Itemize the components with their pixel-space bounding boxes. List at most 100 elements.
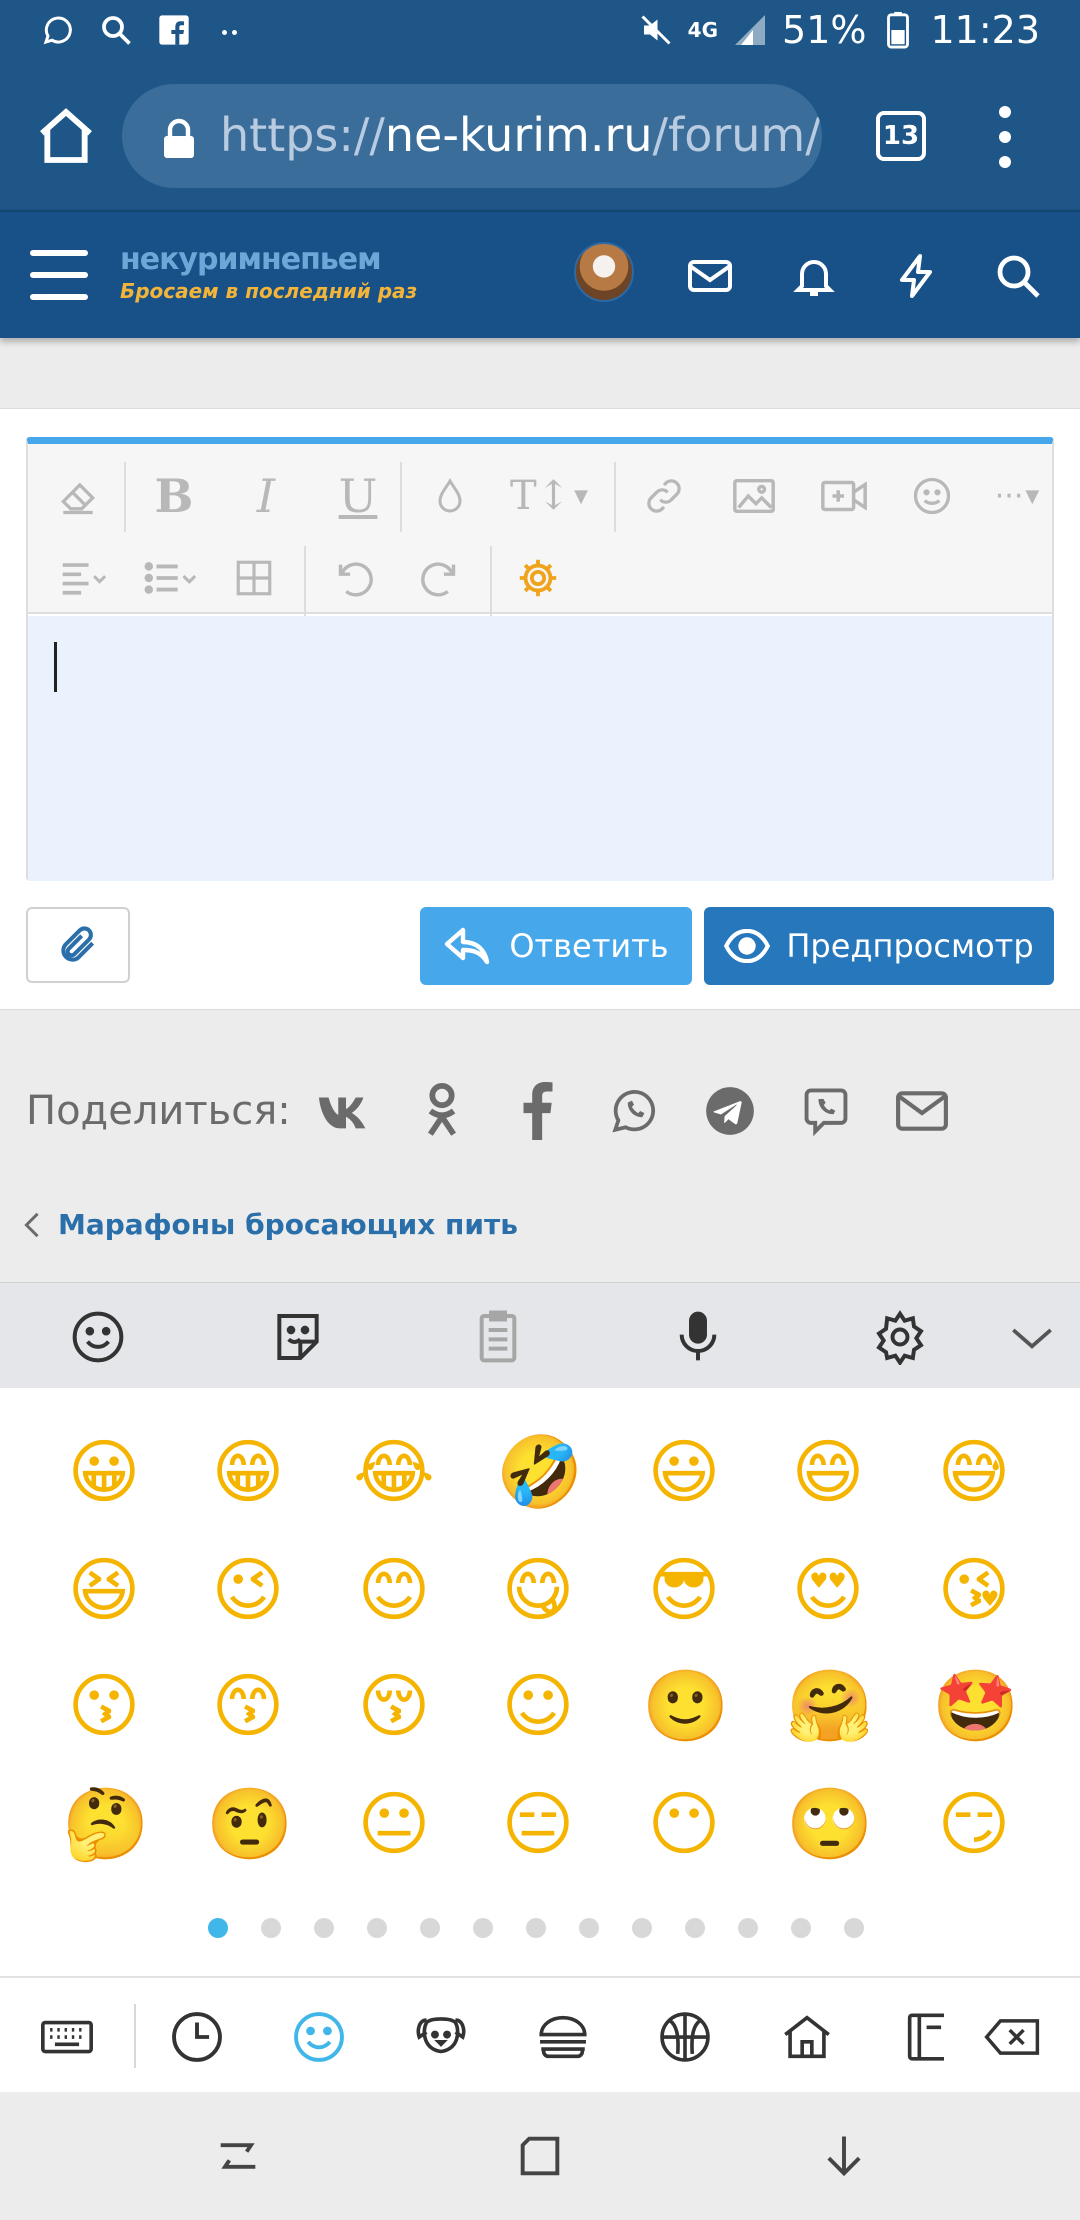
page-dot[interactable]: [738, 1918, 758, 1938]
emoji-key[interactable]: ☺: [496, 1664, 580, 1748]
page-dot[interactable]: [526, 1918, 546, 1938]
site-logo[interactable]: некуримнепьем Бросаем в последний раз: [120, 242, 417, 303]
search-icon[interactable]: [994, 252, 1042, 300]
emoji-key[interactable]: 😂: [352, 1430, 436, 1514]
table-icon[interactable]: [224, 548, 284, 608]
lightning-icon[interactable]: [892, 252, 940, 300]
viber-icon[interactable]: [797, 1082, 855, 1140]
emoji-key[interactable]: 😏: [932, 1782, 1016, 1866]
reply-button[interactable]: Ответить: [420, 907, 692, 985]
telegram-icon[interactable]: [701, 1082, 759, 1140]
whatsapp-icon[interactable]: [605, 1082, 663, 1140]
redo-icon[interactable]: [412, 548, 472, 608]
emoji-key[interactable]: 😶: [642, 1782, 726, 1866]
smiley-icon[interactable]: [902, 466, 962, 526]
emoji-key[interactable]: 😁: [206, 1430, 290, 1514]
underline-icon[interactable]: U: [328, 466, 388, 526]
emoji-key[interactable]: 🙄: [786, 1782, 873, 1866]
video-icon[interactable]: [814, 466, 874, 526]
page-dot[interactable]: [844, 1918, 864, 1938]
clipboard-icon[interactable]: [470, 1309, 526, 1365]
emoji-key[interactable]: 😘: [932, 1548, 1016, 1632]
places-category-icon[interactable]: [778, 2008, 836, 2066]
user-avatar[interactable]: [574, 242, 634, 302]
nav-hide-keyboard-icon[interactable]: [818, 2130, 870, 2182]
bold-icon[interactable]: B: [144, 466, 204, 526]
settings-icon[interactable]: [508, 548, 568, 608]
emoji-key[interactable]: 🤨: [206, 1782, 293, 1866]
animals-category-icon[interactable]: [412, 2008, 470, 2066]
sticker-icon[interactable]: [270, 1309, 326, 1365]
activity-category-icon[interactable]: [656, 2008, 714, 2066]
list-icon[interactable]: [132, 548, 208, 608]
recent-apps-icon[interactable]: [212, 2130, 264, 2182]
home-button[interactable]: [34, 104, 98, 168]
microphone-icon[interactable]: [670, 1309, 726, 1365]
color-icon[interactable]: [420, 466, 480, 526]
link-icon[interactable]: [634, 466, 694, 526]
keyboard-icon[interactable]: [38, 2008, 96, 2066]
emoji-key[interactable]: 🤩: [932, 1664, 1019, 1748]
chevron-down-icon[interactable]: [1004, 1309, 1060, 1365]
undo-icon[interactable]: [322, 548, 382, 608]
emoji-key[interactable]: 😀: [62, 1430, 146, 1514]
preview-button[interactable]: Предпросмотр: [704, 907, 1054, 985]
emoji-key[interactable]: 🤔: [62, 1782, 149, 1866]
emoji-key[interactable]: 🤗: [786, 1664, 873, 1748]
emoji-key[interactable]: 😚: [352, 1664, 436, 1748]
email-icon[interactable]: [893, 1082, 951, 1140]
attach-files-button[interactable]: [26, 907, 130, 983]
vk-icon[interactable]: [317, 1082, 375, 1140]
emoji-key[interactable]: 🙂: [642, 1664, 729, 1748]
facebook-icon[interactable]: [509, 1082, 567, 1140]
emoji-key[interactable]: 😗: [62, 1664, 146, 1748]
backspace-icon[interactable]: [982, 2008, 1040, 2066]
emoji-panel-icon[interactable]: [70, 1309, 126, 1365]
emoji-key[interactable]: 😐: [352, 1782, 436, 1866]
emoji-key[interactable]: 😃: [642, 1430, 726, 1514]
page-dot[interactable]: [208, 1918, 228, 1938]
food-category-icon[interactable]: [534, 2008, 592, 2066]
emoji-key[interactable]: 😍: [786, 1548, 870, 1632]
bell-icon[interactable]: [790, 252, 838, 300]
more-icon[interactable]: ··· ▼: [982, 466, 1052, 526]
eraser-icon[interactable]: [48, 466, 108, 526]
tab-switcher-button[interactable]: 13: [876, 111, 926, 161]
emoji-key[interactable]: 😎: [642, 1548, 726, 1632]
emoji-key[interactable]: 😊: [352, 1548, 436, 1632]
page-dot[interactable]: [473, 1918, 493, 1938]
italic-icon[interactable]: I: [236, 466, 296, 526]
hamburger-menu-icon[interactable]: [30, 250, 88, 300]
smileys-category-icon[interactable]: [290, 2008, 348, 2066]
text-size-icon[interactable]: T↕ ▼: [504, 466, 594, 526]
nav-home-icon[interactable]: [514, 2130, 566, 2182]
inbox-icon[interactable]: [686, 252, 734, 300]
recent-emoji-icon[interactable]: [168, 2008, 226, 2066]
page-dot[interactable]: [367, 1918, 387, 1938]
emoji-key[interactable]: 😄: [786, 1430, 870, 1514]
ok-icon[interactable]: [413, 1082, 471, 1140]
emoji-key[interactable]: 😉: [206, 1548, 290, 1632]
emoji-key[interactable]: 😆: [62, 1548, 146, 1632]
page-dot[interactable]: [314, 1918, 334, 1938]
page-dot[interactable]: [420, 1918, 440, 1938]
keyboard-settings-icon[interactable]: [872, 1309, 928, 1367]
breadcrumb-link[interactable]: Марафоны бросающих пить: [58, 1208, 518, 1241]
message-textarea[interactable]: [28, 616, 1052, 881]
align-icon[interactable]: [48, 548, 118, 608]
image-icon[interactable]: [724, 466, 784, 526]
emoji-key[interactable]: 😋: [496, 1548, 580, 1632]
emoji-key[interactable]: 😑: [496, 1782, 580, 1866]
objects-category-icon[interactable]: [900, 2008, 944, 2066]
page-dot[interactable]: [791, 1918, 811, 1938]
address-bar[interactable]: https://ne-kurim.ru/forum/th: [122, 84, 822, 188]
page-dot[interactable]: [579, 1918, 599, 1938]
page-dot[interactable]: [632, 1918, 652, 1938]
emoji-key[interactable]: 🤣: [496, 1430, 583, 1514]
breadcrumb[interactable]: Марафоны бросающих пить: [24, 1208, 518, 1241]
page-dot[interactable]: [685, 1918, 705, 1938]
emoji-key[interactable]: 😅: [932, 1430, 1016, 1514]
browser-menu-button[interactable]: [990, 106, 1020, 168]
emoji-key[interactable]: 😙: [206, 1664, 290, 1748]
page-dot[interactable]: [261, 1918, 281, 1938]
